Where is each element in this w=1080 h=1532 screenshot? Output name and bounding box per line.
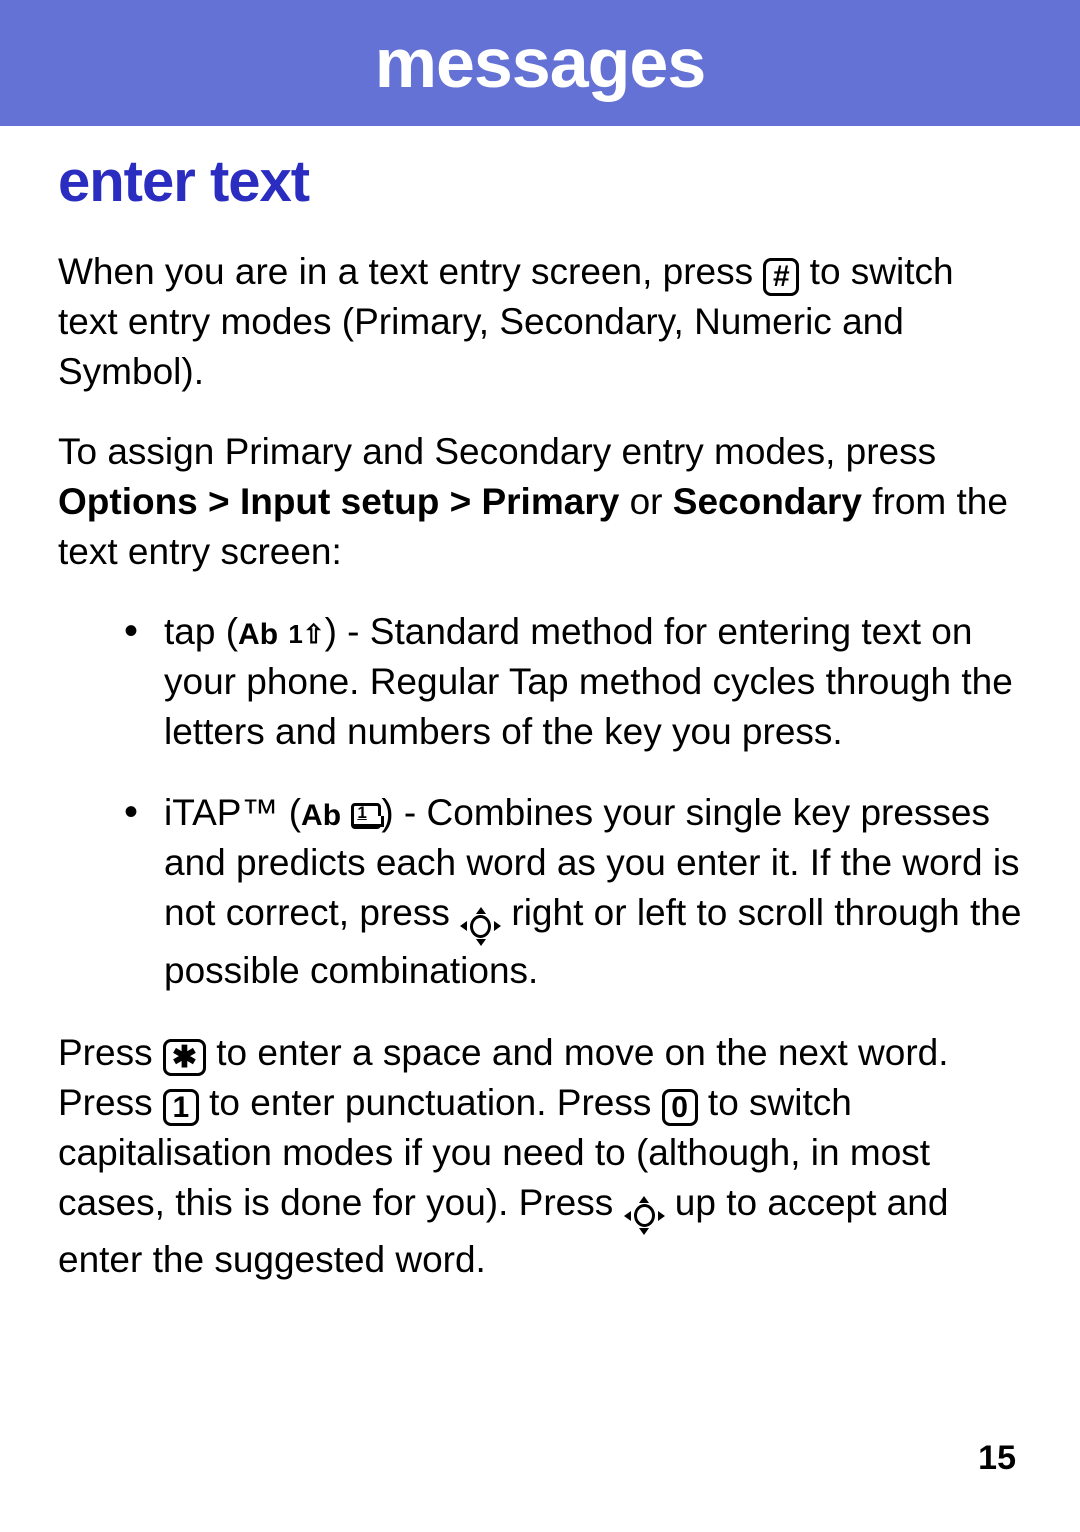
header-bar: messages [0,0,1080,126]
ab-label-tap: Ab [238,618,278,651]
nav-left-icon-2 [624,1211,631,1221]
nav-left-icon [460,921,467,931]
paragraph-2: To assign Primary and Secondary entry mo… [58,427,1022,577]
nav-up-icon [476,907,486,914]
menu-sep-1: > [198,481,240,522]
page-number: 15 [978,1439,1016,1478]
nav-key-icon-2 [624,1196,665,1235]
mode-tap-a: tap ( [164,611,238,652]
paragraph-1: When you are in a text entry screen, pre… [58,247,1022,397]
nav-center-stack [467,907,494,946]
nav-up-icon-2 [639,1196,649,1203]
p2-or: or [619,481,672,522]
page-content: enter text When you are in a text entry … [0,126,1080,1285]
header-title: messages [375,23,706,103]
paragraph-3: Press ✱ to enter a space and move on the… [58,1028,1022,1285]
p3-a: Press [58,1032,163,1073]
hash-key-icon: # [763,258,799,296]
nav-center-icon [470,915,491,938]
menu-secondary: Secondary [673,481,862,522]
p3-c: to enter punctuation. Press [209,1082,662,1123]
ab-label-itap: Ab [301,799,341,832]
menu-input-setup: Input setup [240,481,439,522]
nav-down-icon-2 [639,1228,649,1235]
tap-mode-icon: 1⇧ [288,617,324,652]
nav-right-icon [494,921,501,931]
nav-key-icon [460,907,501,946]
nav-right-icon-2 [658,1211,665,1221]
p1-a: When you are in a text entry screen, pre… [58,251,763,292]
itap-mode-icon [351,803,381,829]
section-title: enter text [58,148,1022,215]
mode-tap: tap (Ab 1⇧) - Standard method for enteri… [124,607,1022,757]
menu-primary: Primary [481,481,619,522]
mode-itap-a: iTAP™ ( [164,792,301,833]
one-key-icon: 1 [163,1089,199,1127]
zero-key-icon: 0 [662,1089,698,1127]
mode-itap: iTAP™ (Ab ) - Combines your single key p… [124,788,1022,995]
menu-options: Options [58,481,198,522]
star-key-icon: ✱ [163,1039,206,1077]
entry-modes-list: tap (Ab 1⇧) - Standard method for enteri… [58,607,1022,996]
nav-center-stack-2 [631,1196,658,1235]
p2-a: To assign Primary and Secondary entry mo… [58,431,936,472]
menu-sep-2: > [439,481,481,522]
nav-center-icon-2 [634,1204,655,1227]
nav-down-icon [476,939,486,946]
